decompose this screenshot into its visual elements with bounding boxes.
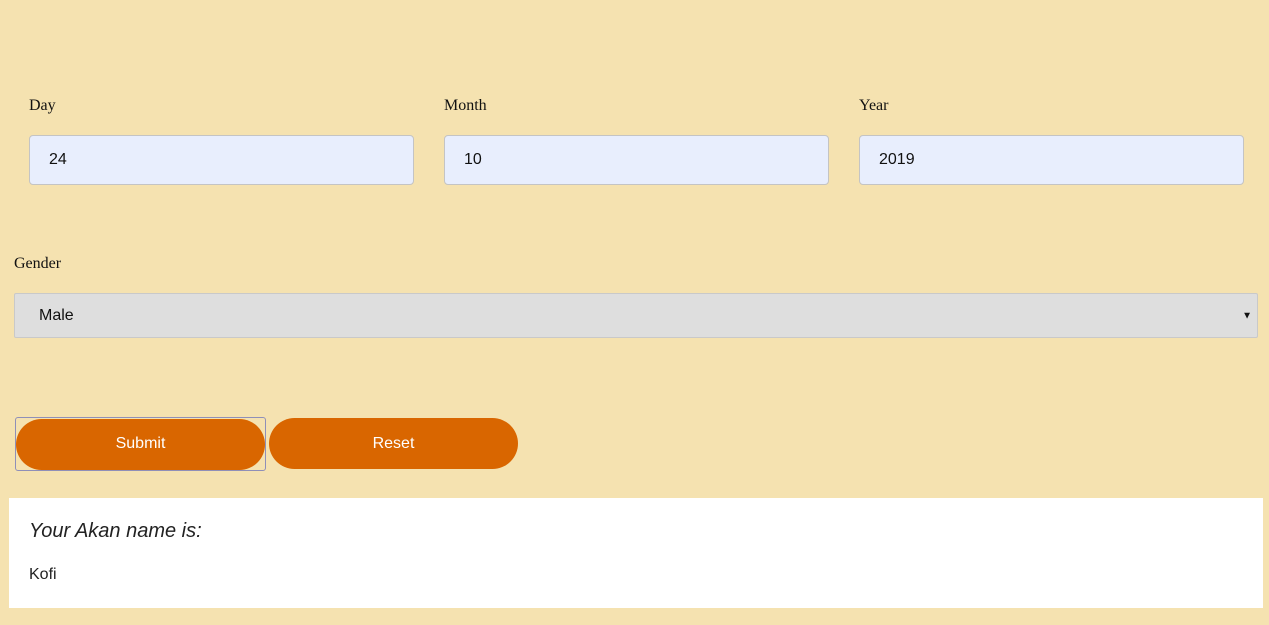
reset-button[interactable]: Reset (269, 418, 518, 469)
result-heading: Your Akan name is: (29, 520, 202, 542)
month-input[interactable] (444, 135, 829, 185)
gender-select-value: Male (39, 306, 74, 324)
year-field-group: Year (859, 96, 1244, 185)
month-label: Month (444, 97, 487, 114)
akan-name-value: Kofi (29, 566, 57, 583)
gender-select[interactable]: Male ▼ (14, 293, 1258, 338)
caret-down-icon: ▼ (1242, 310, 1252, 321)
day-label: Day (29, 97, 56, 114)
form-actions: Submit Reset (15, 417, 518, 471)
month-field-group: Month (444, 96, 829, 185)
submit-focus-ring: Submit (15, 417, 266, 471)
year-label: Year (859, 97, 889, 114)
date-fields-row: Day Month Year (29, 96, 1244, 185)
day-input[interactable] (29, 135, 414, 185)
gender-label: Gender (14, 255, 62, 272)
day-field-group: Day (29, 96, 414, 185)
gender-field-group: Gender Male ▼ (14, 254, 1258, 338)
result-panel: Your Akan name is: Kofi (9, 498, 1263, 608)
submit-button[interactable]: Submit (16, 418, 265, 470)
year-input[interactable] (859, 135, 1244, 185)
